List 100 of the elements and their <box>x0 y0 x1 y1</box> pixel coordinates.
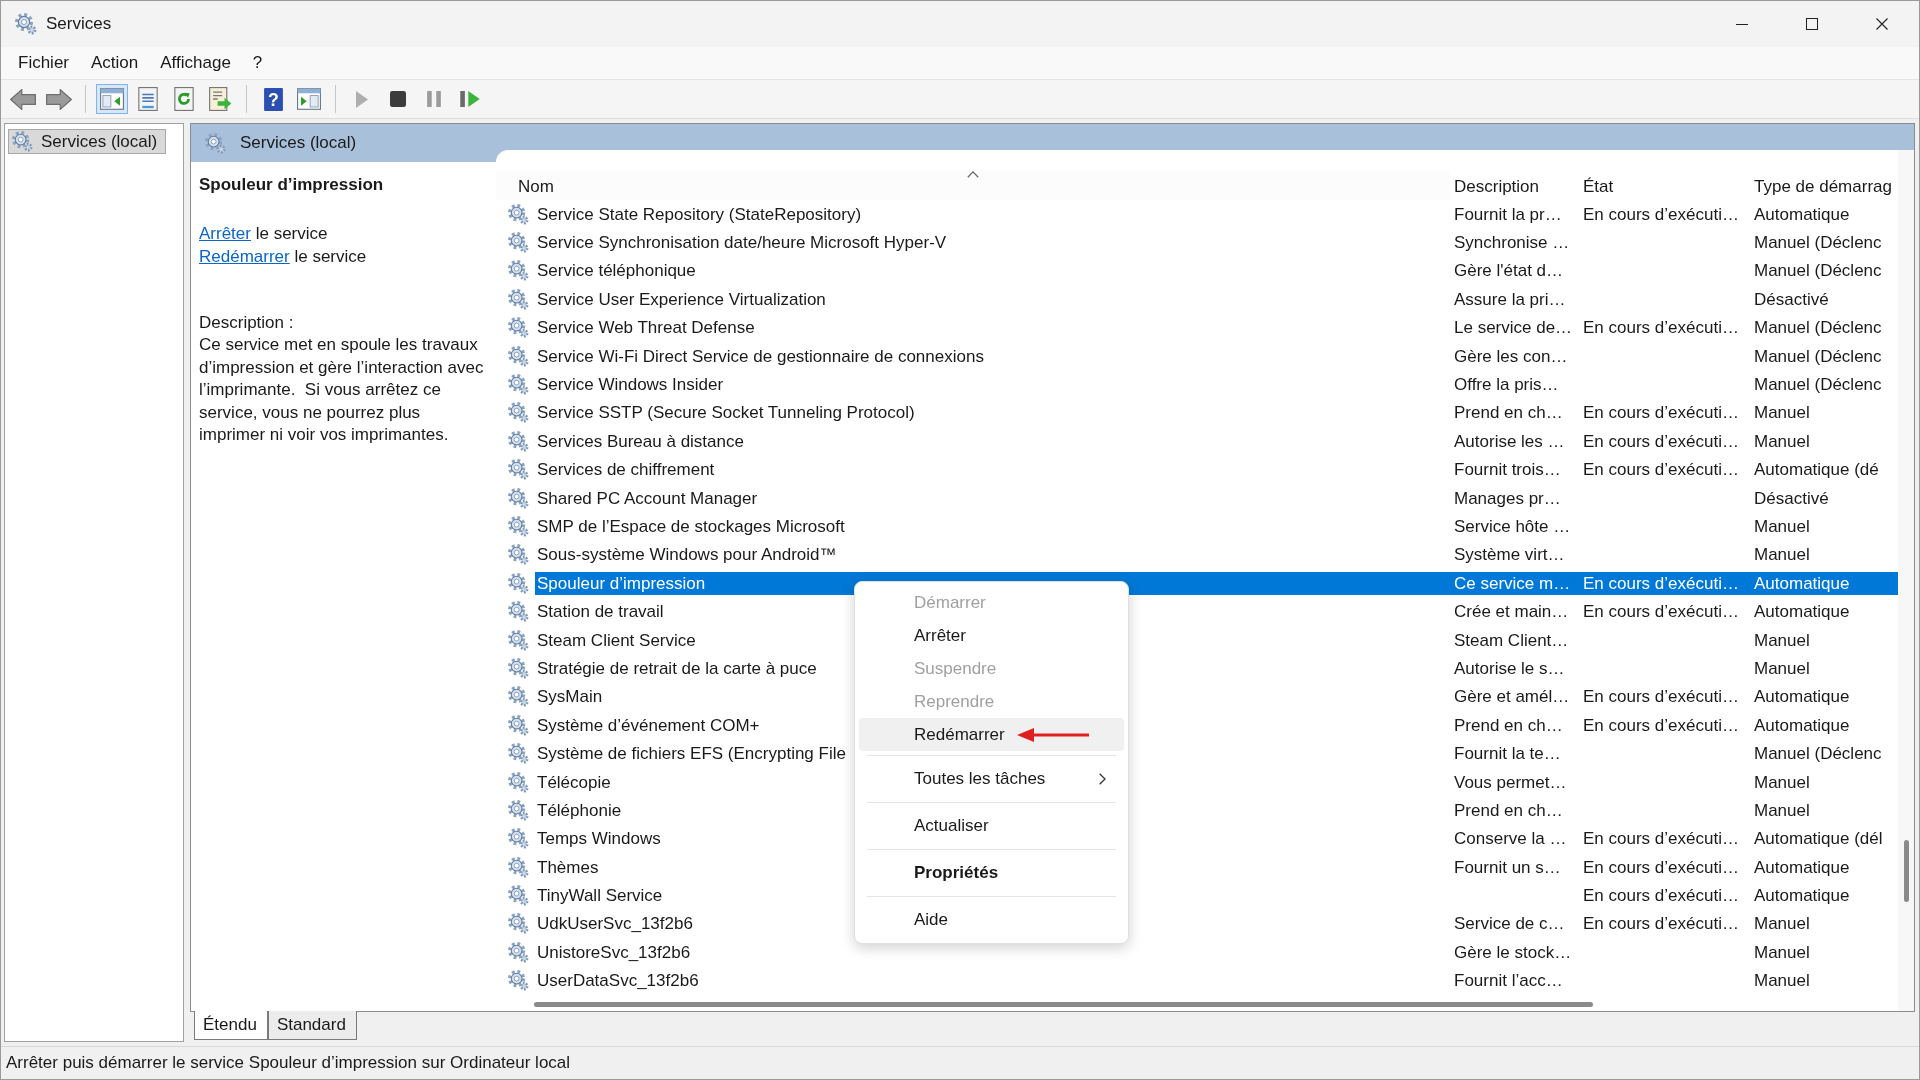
play-icon <box>356 90 368 108</box>
service-action-text: Arrêter le service <box>199 223 329 245</box>
gear-icon <box>508 601 529 623</box>
back-arrow-icon <box>10 88 36 110</box>
gear-icon <box>508 629 529 651</box>
action-link[interactable]: Redémarrer <box>199 247 290 266</box>
chevron-right-icon <box>1099 773 1106 785</box>
table-cell-text: Thèmes <box>536 856 599 879</box>
table-cell-text: Système de fichiers EFS (Encrypting File <box>536 743 846 766</box>
table-cell-text: Service Wi-Fi Direct Service de gestionnaire de connexions <box>536 345 984 368</box>
table-cell-text: Service State Repository (StateRepository) <box>536 203 862 226</box>
table-cell-text: Autorise les … <box>1453 430 1566 453</box>
table-cell-text: Gère l'état d… <box>1453 260 1565 283</box>
toolbar-button[interactable] <box>96 84 128 114</box>
table-cell-text: Service Web Threat Defense <box>536 317 755 340</box>
menu-item[interactable]: Affichage <box>151 50 240 76</box>
document-refresh-icon <box>174 87 194 111</box>
sort-caret-icon <box>967 171 979 178</box>
table-cell-text: UnistoreSvc_13f2b6 <box>536 941 691 964</box>
window-panes-icon <box>100 88 124 110</box>
menu-item[interactable]: Propriétés <box>859 854 1124 892</box>
table-cell-text: Station de travail <box>536 601 664 624</box>
column-header[interactable]: État <box>1579 170 1750 200</box>
table-cell-text: Service téléphonique <box>536 260 696 283</box>
gear-icon <box>508 572 529 594</box>
table-cell-text: Gère les con… <box>1453 345 1569 368</box>
menu-item[interactable]: Actualiser <box>859 807 1124 845</box>
table-cell-text: Automatique <box>1753 572 1851 595</box>
table-cell-text: Fournit trois… <box>1453 459 1562 482</box>
table-cell-text: Shared PC Account Manager <box>536 487 758 510</box>
gear-icon <box>508 260 529 282</box>
table-cell-text: Steam Client Service <box>536 629 696 652</box>
action-link[interactable]: Arrêter <box>199 224 251 243</box>
service-title: Spouleur d’impression <box>199 174 385 196</box>
gear-icon <box>508 885 529 907</box>
gear-icon <box>508 544 529 566</box>
gear-icon <box>508 345 529 367</box>
table-cell-text: Automatique <box>1753 686 1851 709</box>
column-header[interactable]: Description <box>1450 170 1579 200</box>
table-cell-text: En cours d’exécuti… <box>1582 402 1740 425</box>
table-cell-text: En cours d’exécuti… <box>1582 686 1740 709</box>
table-cell-text: Offre la pris… <box>1453 374 1560 397</box>
window-panes-icon <box>297 88 321 110</box>
description-label: Description : <box>199 312 295 334</box>
table-cell-text: Service Windows Insider <box>536 374 724 397</box>
gear-icon <box>508 799 529 821</box>
gear-icon <box>508 203 529 225</box>
table-cell-text: Manuel (Déclenc <box>1753 232 1883 255</box>
gear-icon <box>508 828 529 850</box>
gear-icon <box>205 132 226 154</box>
service-action-text: Redémarrer le service <box>199 246 368 268</box>
gear-icon <box>12 131 33 152</box>
menu-item[interactable]: Toutes les tâches <box>859 760 1124 798</box>
gear-icon <box>508 317 529 339</box>
table-cell-text: Spouleur d’impression <box>536 572 706 595</box>
table-cell-text: Temps Windows <box>536 828 661 851</box>
table-cell-text: Manuel <box>1753 629 1811 652</box>
table-cell-text: Prend en ch… <box>1453 799 1564 822</box>
menu-item[interactable]: Aide <box>859 901 1124 939</box>
table-cell-text: Manuel (Déclenc <box>1753 317 1883 340</box>
menu-item[interactable]: Redémarrer <box>859 718 1124 751</box>
table-cell-text: Sous-système Windows pour Android™ <box>536 544 837 567</box>
status-text: Arrêter puis démarrer le service Spouleur d’impression sur Ordinateur local <box>6 1053 571 1073</box>
gear-icon <box>508 714 529 736</box>
table-cell-text: Fournit un s… <box>1453 856 1562 879</box>
table-cell-text: Manuel <box>1753 516 1811 538</box>
table-cell-text: Stratégie de retrait de la carte à puce <box>536 657 817 680</box>
view-tab[interactable]: Étendu <box>194 1011 268 1040</box>
menu-item[interactable]: ? <box>243 50 272 76</box>
table-cell-text: Services Bureau à distance <box>536 430 744 453</box>
gear-icon <box>15 13 37 35</box>
gear-icon <box>508 487 529 509</box>
table-cell-text: Manuel <box>1753 544 1811 567</box>
table-cell-text: En cours d’exécuti… <box>1582 885 1740 908</box>
table-cell-text: Service SSTP (Secure Socket Tunneling Protocol) <box>536 402 915 425</box>
stop-icon <box>390 91 406 107</box>
tree-item[interactable]: Services (local) <box>8 129 167 154</box>
table-cell-text: En cours d’exécuti… <box>1582 317 1740 340</box>
vertical-scrollbar[interactable] <box>1903 840 1909 902</box>
table-cell-text: Vous permet… <box>1453 771 1568 794</box>
forward-arrow-icon <box>46 88 72 110</box>
toolbar-button[interactable]: ? <box>257 84 289 114</box>
table-cell-text: UserDataSvc_13f2b6 <box>536 970 699 993</box>
gear-icon <box>508 402 529 424</box>
table-cell-text: Manuel <box>1753 402 1811 425</box>
gear-icon <box>508 856 529 878</box>
table-cell-text: Fournit l’acc… <box>1453 970 1564 993</box>
menu-item[interactable]: Arrêter <box>859 619 1124 652</box>
menu-item[interactable]: Action <box>82 50 148 76</box>
view-tab[interactable]: Standard <box>267 1011 357 1040</box>
gear-icon <box>508 459 529 481</box>
menu-item[interactable]: Fichier <box>9 50 78 76</box>
table-cell-text: SysMain <box>536 686 603 709</box>
table-cell-text: Autorise le s… <box>1453 657 1566 680</box>
table-cell-text: En cours d’exécuti… <box>1582 714 1740 737</box>
horizontal-scrollbar[interactable] <box>534 1002 1593 1008</box>
table-cell-text: Gère le stock… <box>1453 941 1573 964</box>
table-cell-text: Automatique <box>1753 601 1851 624</box>
column-header[interactable]: Type de démarrag <box>1750 170 1898 200</box>
gear-icon <box>508 913 529 935</box>
